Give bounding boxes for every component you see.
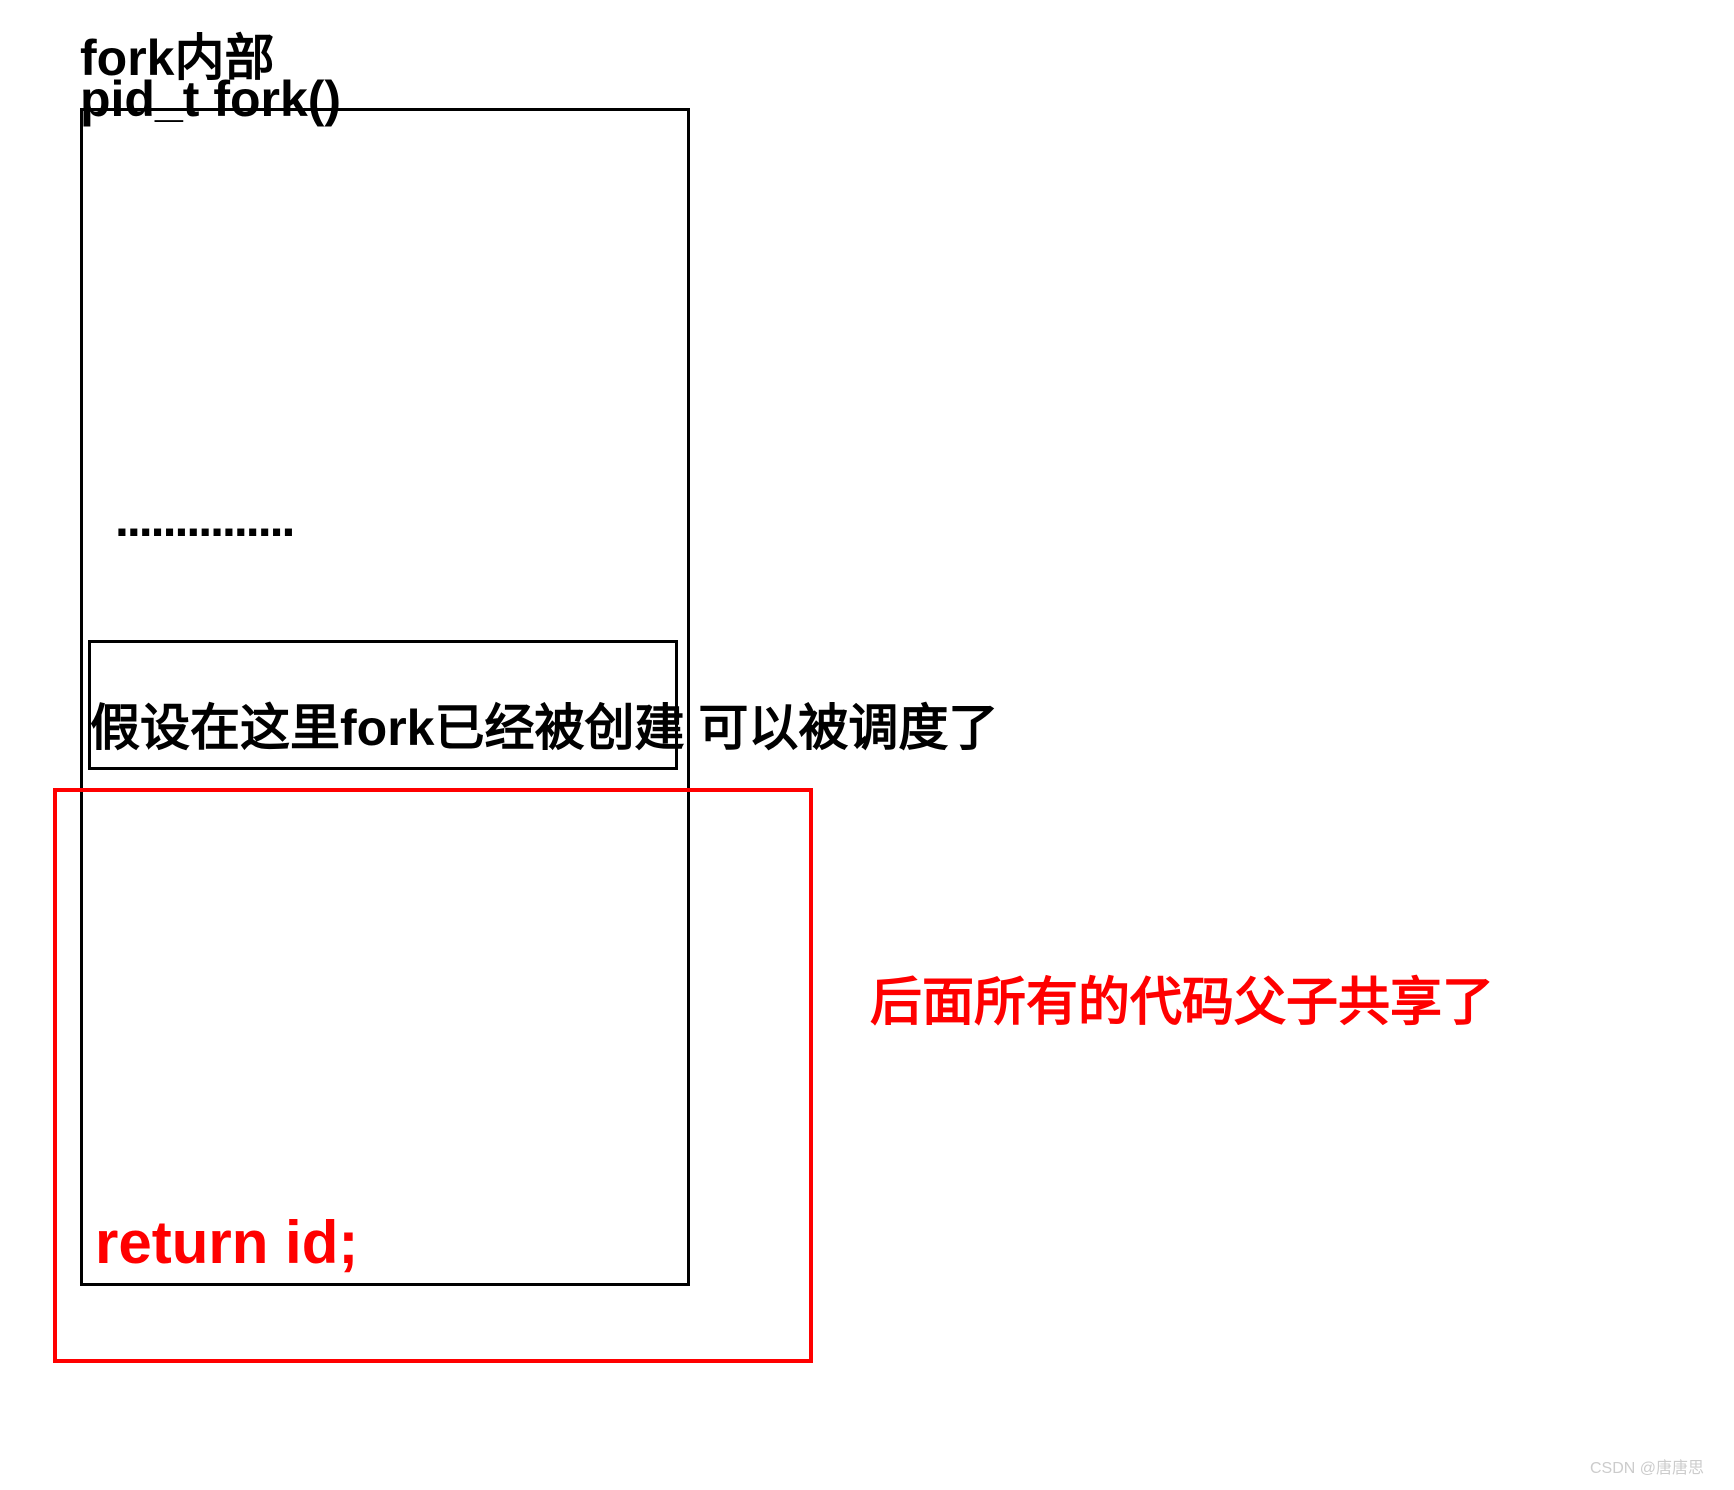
ellipsis-dots: ............... [115,490,293,548]
watermark: CSDN @唐唐思 [1590,1454,1704,1478]
shared-code-annotation: 后面所有的代码父子共享了 [870,960,1494,1035]
return-statement: return id; [95,1208,358,1277]
assume-text: 假设在这里fork已经被创建 可以被调度了 [90,688,998,760]
